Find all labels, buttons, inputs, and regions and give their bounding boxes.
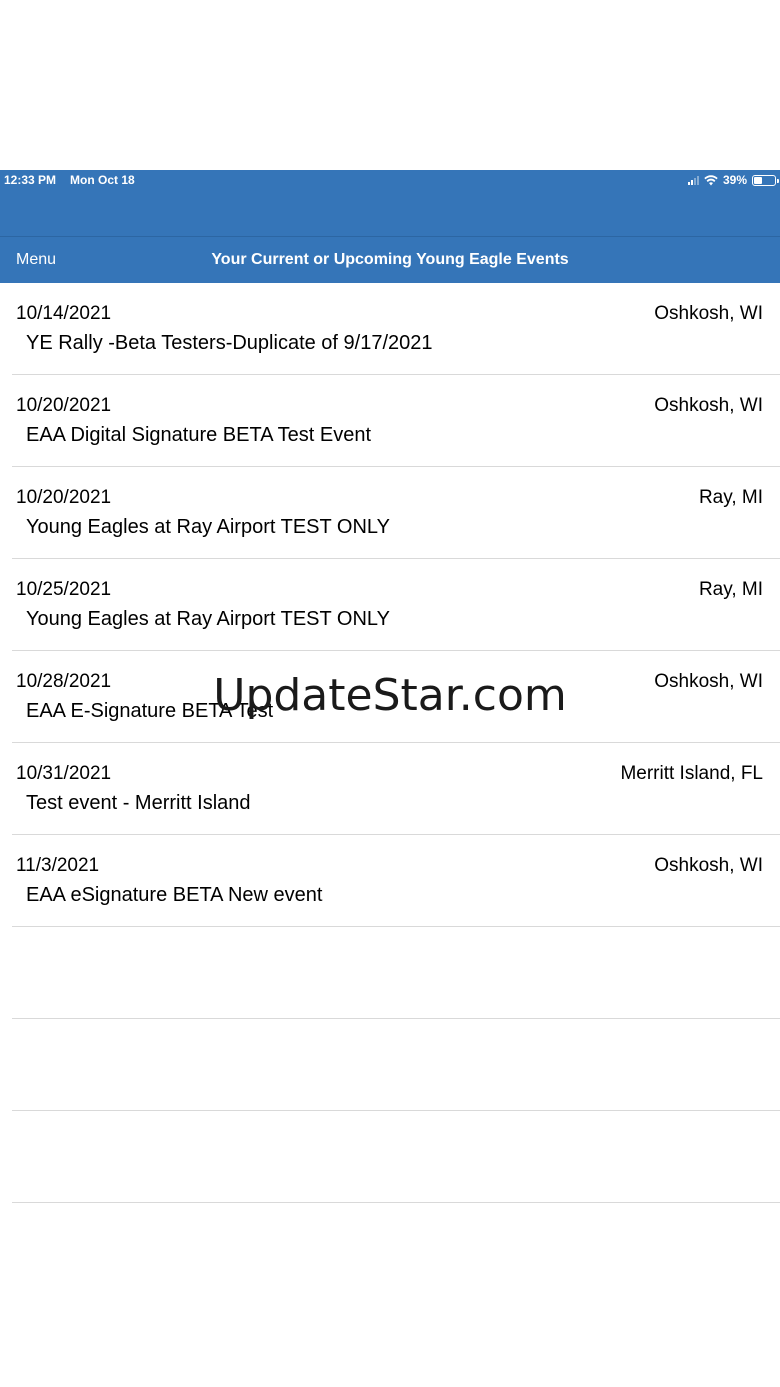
event-date: 10/31/2021 xyxy=(16,763,112,784)
event-date: 10/14/2021 xyxy=(16,303,112,324)
event-row[interactable]: 10/28/2021 Oshkosh, WI EAA E-Signature B… xyxy=(12,651,780,743)
event-row[interactable]: 11/3/2021 Oshkosh, WI EAA eSignature BET… xyxy=(12,835,780,927)
event-row[interactable]: 10/14/2021 Oshkosh, WI YE Rally -Beta Te… xyxy=(12,283,780,375)
event-location: Merritt Island, FL xyxy=(620,763,763,784)
event-date: 10/20/2021 xyxy=(16,395,112,416)
battery-percent: 39% xyxy=(722,173,747,187)
event-location: Oshkosh, WI xyxy=(654,855,763,876)
top-blank-area xyxy=(0,0,780,170)
event-location: Oshkosh, WI xyxy=(654,395,763,416)
event-date: 10/28/2021 xyxy=(16,671,112,692)
event-row[interactable]: 10/31/2021 Merritt Island, FL Test event… xyxy=(12,743,780,835)
empty-row xyxy=(12,1019,780,1111)
status-date: Mon Oct 18 xyxy=(70,173,135,187)
event-location: Ray, MI xyxy=(698,579,763,600)
event-list: 10/14/2021 Oshkosh, WI YE Rally -Beta Te… xyxy=(0,283,780,1203)
event-row[interactable]: 10/20/2021 Oshkosh, WI EAA Digital Signa… xyxy=(12,375,780,467)
event-row[interactable]: 10/20/2021 Ray, MI Young Eagles at Ray A… xyxy=(12,467,780,559)
event-row[interactable]: 10/25/2021 Ray, MI Young Eagles at Ray A… xyxy=(12,559,780,651)
battery-level-fill xyxy=(754,176,762,184)
header-band xyxy=(0,190,780,236)
empty-row xyxy=(12,927,780,1019)
status-bar: 12:33 PM Mon Oct 18 39% xyxy=(0,170,780,190)
event-name: Test event - Merritt Island xyxy=(26,792,251,814)
event-name: EAA E-Signature BETA Test xyxy=(26,700,274,722)
event-location: Oshkosh, WI xyxy=(654,671,763,692)
menu-button[interactable]: Menu xyxy=(16,251,56,269)
wifi-icon xyxy=(704,174,718,185)
navigation-bar: Menu Your Current or Upcoming Young Eagl… xyxy=(0,236,780,283)
event-name: EAA Digital Signature BETA Test Event xyxy=(26,424,371,446)
signal-icon xyxy=(687,175,699,185)
battery-nub xyxy=(777,178,779,183)
event-date: 11/3/2021 xyxy=(16,855,100,876)
event-location: Oshkosh, WI xyxy=(654,303,763,324)
event-date: 10/20/2021 xyxy=(16,487,112,508)
status-indicators: 39% xyxy=(687,173,779,187)
event-location: Ray, MI xyxy=(698,487,763,508)
battery-icon xyxy=(752,174,779,186)
event-name: Young Eagles at Ray Airport TEST ONLY xyxy=(26,516,390,538)
event-date: 10/25/2021 xyxy=(16,579,112,600)
event-name: Young Eagles at Ray Airport TEST ONLY xyxy=(26,608,390,630)
empty-row xyxy=(12,1111,780,1203)
event-name: YE Rally -Beta Testers-Duplicate of 9/17… xyxy=(26,332,433,354)
status-time: 12:33 PM xyxy=(4,173,57,187)
event-name: EAA eSignature BETA New event xyxy=(26,884,323,906)
page-title: Your Current or Upcoming Young Eagle Eve… xyxy=(211,251,569,268)
